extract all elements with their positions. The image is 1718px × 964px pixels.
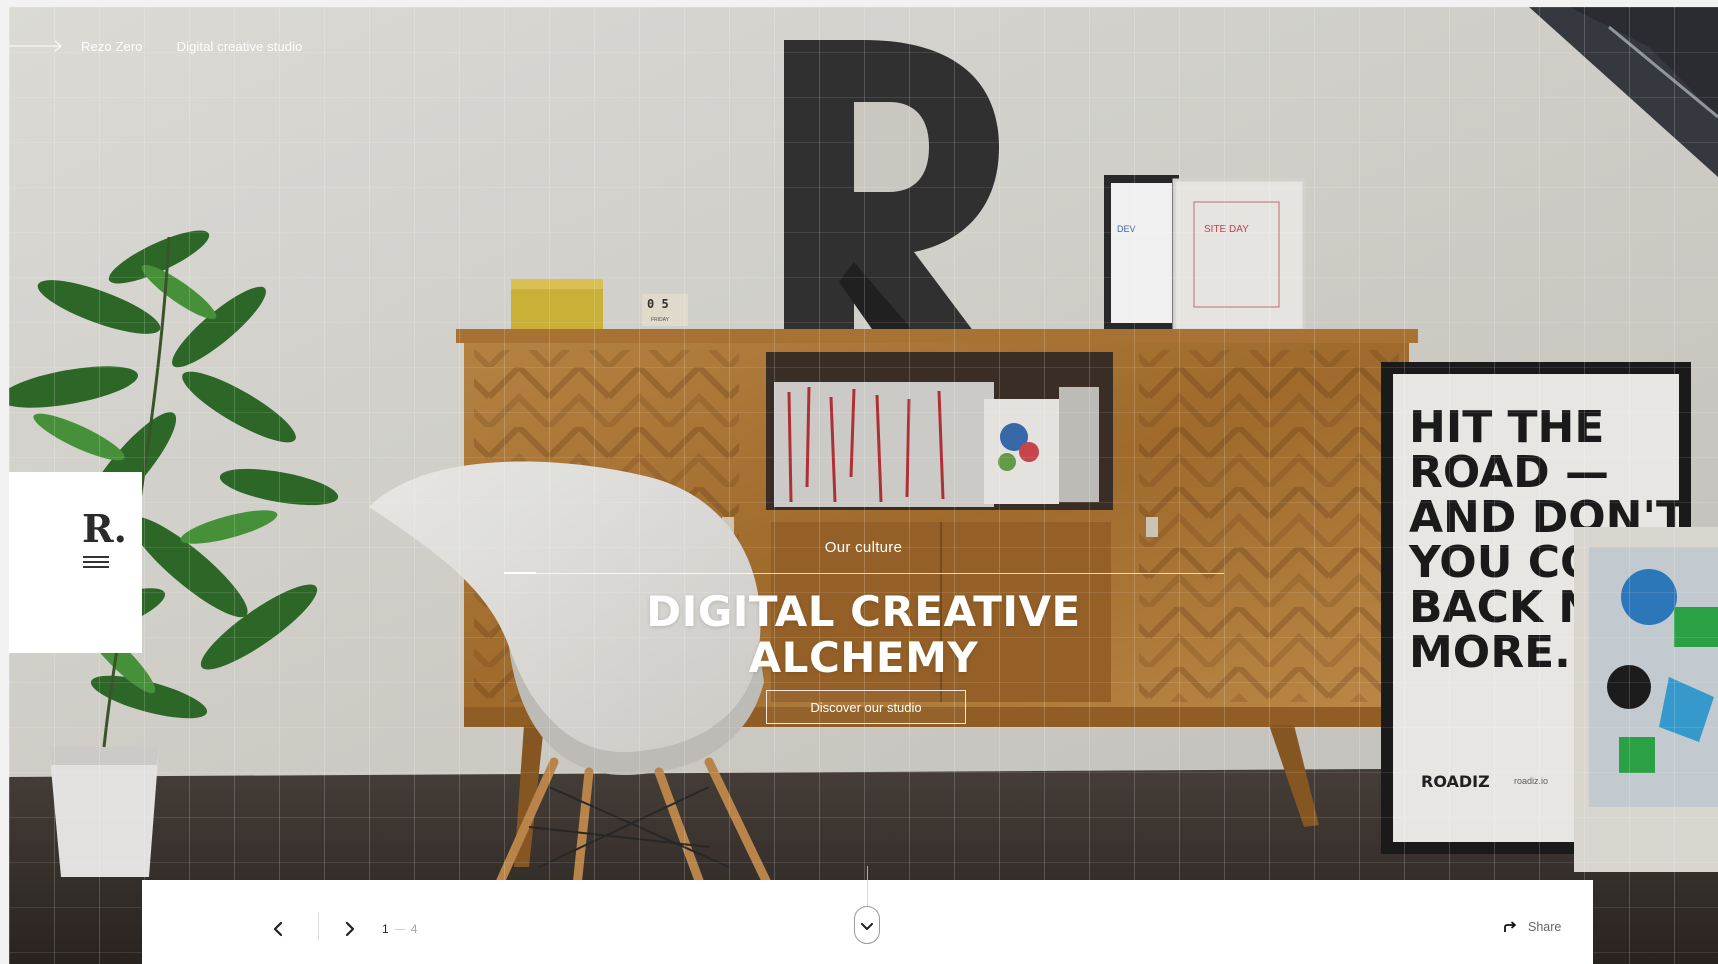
- pager-total: 4: [410, 922, 418, 936]
- hero-background-image: SITE DAY DEV 0 5 FRIDAY: [9, 7, 1718, 964]
- pager-current: 1: [382, 922, 389, 936]
- hero-divider: [504, 573, 1224, 574]
- discover-studio-button[interactable]: Discover our studio: [766, 690, 966, 724]
- breadcrumb: Rezo Zero Digital creative studio: [9, 31, 336, 61]
- share-arrow-icon: [1504, 921, 1516, 932]
- slider-controls-bar: 1 4 Share: [142, 866, 1593, 964]
- hamburger-menu-icon[interactable]: [83, 556, 109, 569]
- scroll-indicator-line-lower: [867, 880, 868, 906]
- breadcrumb-item-home[interactable]: Rezo Zero: [81, 39, 143, 54]
- hero-title-line-2: ALCHEMY: [748, 633, 979, 682]
- hero-title-line-1: DIGITAL CREATIVE: [646, 587, 1081, 636]
- chevron-right-icon: [345, 921, 355, 937]
- nav-divider: [318, 912, 319, 940]
- hero-section: SITE DAY DEV 0 5 FRIDAY: [9, 7, 1718, 964]
- chevron-down-icon: [861, 923, 873, 930]
- slide-pager: 1 4: [382, 922, 417, 936]
- next-slide-button[interactable]: [340, 920, 358, 938]
- share-button[interactable]: Share: [1504, 920, 1561, 934]
- breadcrumb-item-tagline[interactable]: Digital creative studio: [177, 39, 303, 54]
- hero-title: DIGITAL CREATIVE ALCHEMY: [9, 589, 1718, 681]
- page-frame: SITE DAY DEV 0 5 FRIDAY: [9, 7, 1718, 964]
- chevron-left-icon: [273, 921, 283, 937]
- previous-slide-button[interactable]: [270, 920, 288, 938]
- share-label: Share: [1528, 920, 1562, 934]
- hero-kicker: Our culture: [824, 539, 903, 556]
- arrow-right-icon: [9, 40, 62, 52]
- pager-separator: [394, 928, 405, 930]
- scroll-down-button[interactable]: [854, 906, 880, 944]
- hero-divider-accent: [504, 572, 536, 574]
